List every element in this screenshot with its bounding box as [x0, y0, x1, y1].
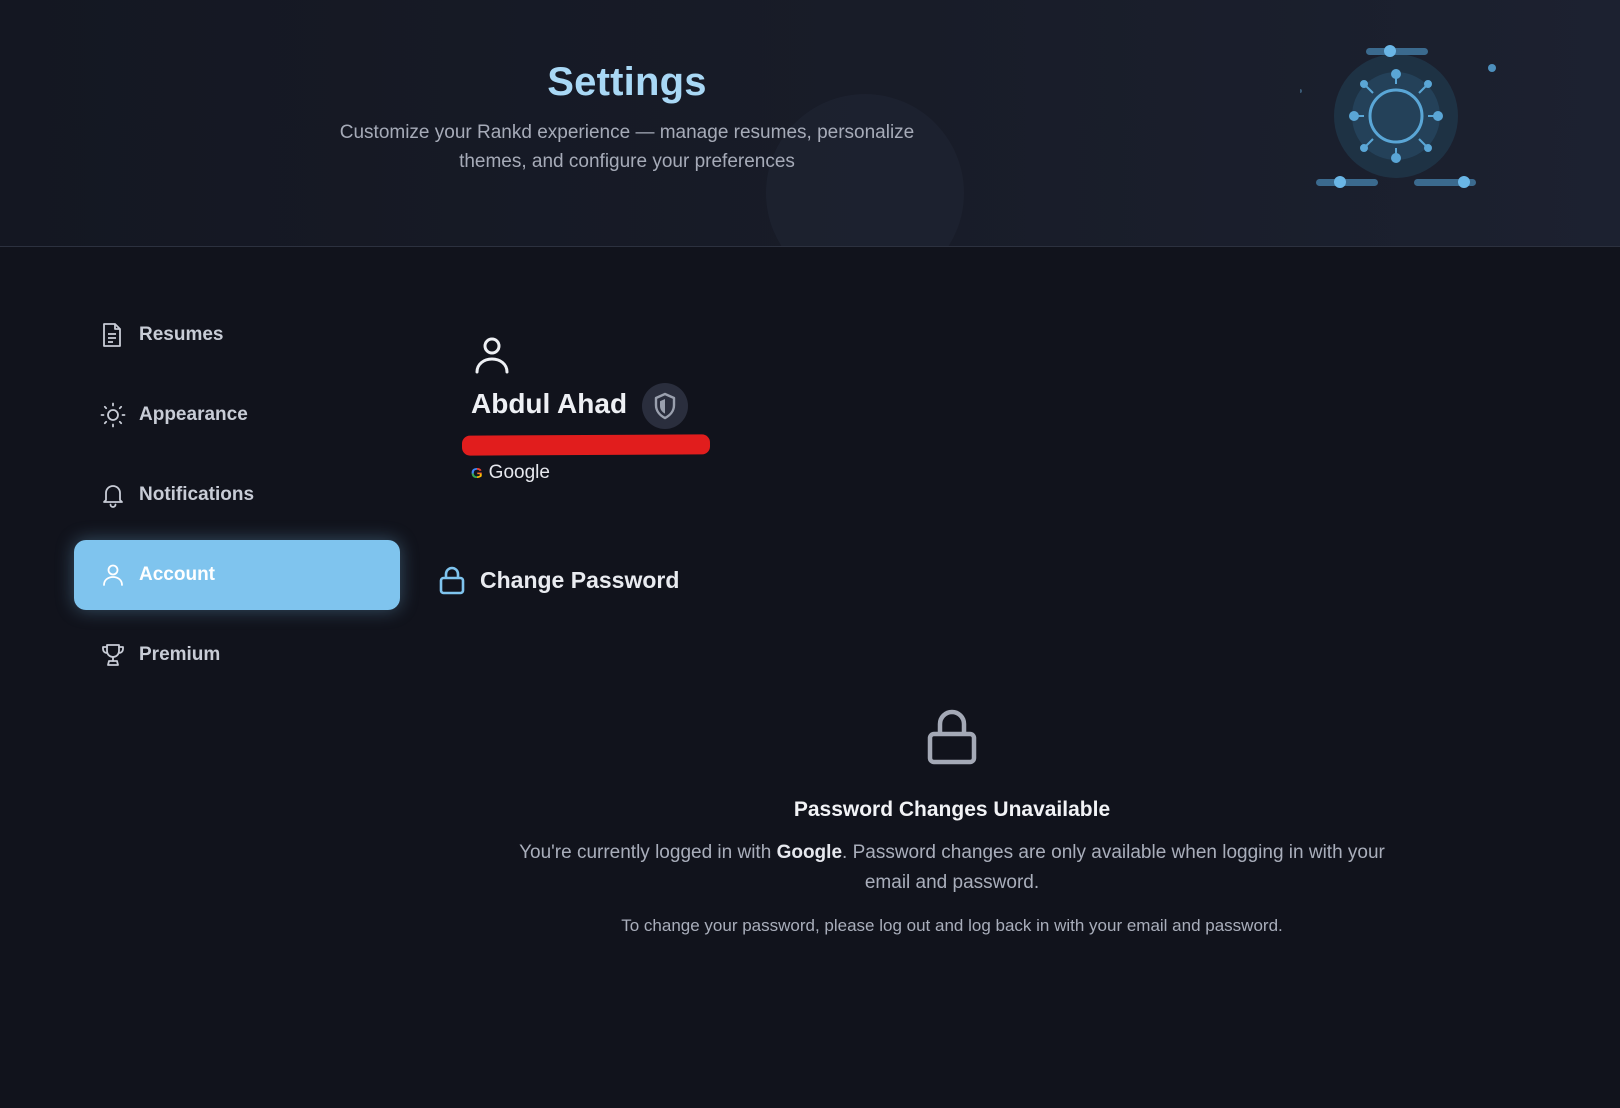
- message-suffix: . Password changes are only available wh…: [842, 842, 1385, 893]
- page-title: Settings: [547, 60, 707, 104]
- provider-label: Google: [488, 462, 550, 483]
- sun-icon: [100, 402, 126, 428]
- sidebar-item-appearance[interactable]: Appearance: [74, 380, 400, 450]
- shield-icon: [654, 392, 676, 420]
- unavailable-title: Password Changes Unavailable: [793, 798, 1111, 821]
- change-password-title: Change Password: [480, 566, 680, 593]
- lock-icon: [927, 709, 977, 765]
- account-name: Abdul Ahad: [471, 388, 628, 419]
- change-password-header: Change Password: [438, 565, 679, 595]
- message-prefix: You're currently logged in with: [519, 842, 777, 863]
- unavailable-message: You're currently logged in with Google. …: [497, 838, 1407, 898]
- settings-illustration-icon: [1300, 45, 1496, 188]
- sidebar-item-notifications[interactable]: Notifications: [74, 460, 400, 530]
- google-logo-icon: G: [471, 464, 483, 482]
- document-icon: [100, 322, 126, 348]
- bell-icon: [100, 482, 126, 508]
- sidebar-item-label: Appearance: [139, 404, 248, 425]
- settings-header: Settings Customize your Rankd experience…: [0, 0, 1620, 247]
- sidebar-item-premium[interactable]: Premium: [74, 620, 400, 690]
- redacted-email: [461, 434, 711, 456]
- unavailable-note: To change your password, please log out …: [621, 916, 1283, 935]
- profile-user-icon: [475, 337, 509, 374]
- sidebar-item-label: Notifications: [139, 484, 255, 505]
- message-provider: Google: [776, 842, 843, 863]
- verified-badge: [642, 383, 688, 429]
- password-unavailable-panel: Password Changes Unavailable You're curr…: [440, 708, 1464, 936]
- sidebar-item-label: Resumes: [139, 324, 224, 345]
- page-subtitle: Customize your Rankd experience — manage…: [339, 122, 915, 172]
- user-icon: [100, 562, 126, 588]
- sidebar-item-label: Premium: [139, 644, 221, 665]
- sidebar-item-account[interactable]: Account: [74, 540, 400, 610]
- settings-sidebar: Resumes Appearance Notifications Account…: [74, 300, 400, 700]
- lock-icon: [439, 566, 465, 595]
- sidebar-item-label: Account: [139, 564, 215, 585]
- trophy-icon: [100, 642, 126, 668]
- sidebar-item-resumes[interactable]: Resumes: [74, 300, 400, 370]
- login-provider: G Google: [471, 462, 550, 484]
